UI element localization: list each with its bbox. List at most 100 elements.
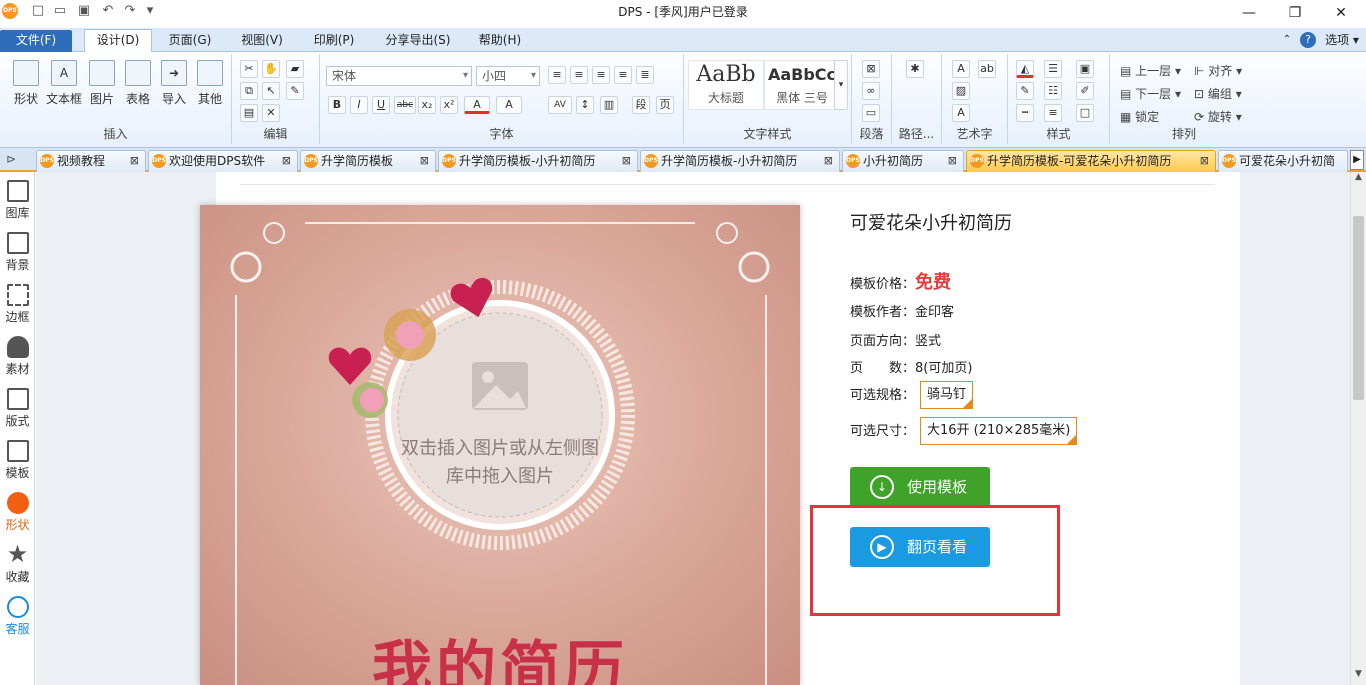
paragraph-settings-icon[interactable]: ▭ xyxy=(862,104,880,122)
flip-preview-button[interactable]: ▶ 翻页看看 xyxy=(850,527,990,567)
shadow-icon[interactable]: ▣ xyxy=(1076,60,1094,78)
dash-style-icon[interactable]: ☷ xyxy=(1044,82,1062,100)
rotate-button[interactable]: ⟳ 旋转 ▾ xyxy=(1194,108,1242,125)
lock-button[interactable]: ▦ 锁定 xyxy=(1120,108,1159,125)
size-option[interactable]: 大16开 (210×285毫米) xyxy=(920,417,1078,445)
sidebar-item-shape[interactable]: 形状 xyxy=(0,486,35,536)
art-text-icon[interactable]: A xyxy=(952,60,970,78)
arrow-style-icon[interactable]: ≡ xyxy=(1044,104,1062,122)
font-size-select[interactable]: 小四 xyxy=(476,66,540,86)
menu-page[interactable]: 页面(G) xyxy=(160,30,220,52)
line-color-icon[interactable]: ✎ xyxy=(1016,82,1034,100)
collapse-ribbon-icon[interactable]: ⌃ xyxy=(1280,30,1294,52)
align-center-icon[interactable]: ≡ xyxy=(570,66,588,84)
strikethrough-button[interactable]: abc xyxy=(394,96,416,114)
sidebar-item-background[interactable]: 背景 xyxy=(0,226,35,276)
tab-scroll-right-icon[interactable]: ▶ xyxy=(1350,150,1364,170)
scroll-down-icon[interactable]: ▼ xyxy=(1351,669,1366,683)
sidebar-item-gallery[interactable]: 图库 xyxy=(0,174,35,224)
align-right-icon[interactable]: ≡ xyxy=(592,66,610,84)
close-tab-icon[interactable]: ⊠ xyxy=(622,151,631,171)
style-more-arrow-icon[interactable]: ▾ xyxy=(834,60,848,110)
columns-icon[interactable]: ▥ xyxy=(600,96,618,114)
insert-image-button[interactable]: 图片 xyxy=(82,60,122,107)
bold-button[interactable]: B xyxy=(328,96,346,114)
font-size-change-button[interactable]: A xyxy=(496,96,522,114)
doc-tab[interactable]: DPS 小升初简历 ⊠ xyxy=(842,150,964,172)
align-left-icon[interactable]: ≡ xyxy=(548,66,566,84)
paragraph-format-icon[interactable]: ⊠ xyxy=(862,60,880,78)
sidebar-item-material[interactable]: 素材 xyxy=(0,330,35,380)
minimize-button[interactable]: — xyxy=(1236,2,1262,24)
other-button[interactable]: 其他 xyxy=(190,60,230,107)
help-icon[interactable]: ? xyxy=(1300,32,1316,48)
restore-button[interactable]: ❐ xyxy=(1282,2,1308,24)
close-tab-icon[interactable]: ⊠ xyxy=(130,151,139,171)
close-button[interactable]: ✕ xyxy=(1328,2,1354,24)
path-icon[interactable]: ✱ xyxy=(906,60,924,78)
brush-icon[interactable]: ✐ xyxy=(1076,82,1094,100)
distribute-icon[interactable]: ≣ xyxy=(636,66,654,84)
format-brush-icon[interactable]: ✎ xyxy=(286,82,304,100)
scroll-thumb[interactable] xyxy=(1353,216,1364,400)
spec-option[interactable]: 骑马钉 xyxy=(920,381,974,409)
doc-tab[interactable]: DPS 可爱花朵小升初简 xyxy=(1218,150,1348,172)
line-spacing-icon[interactable]: ↕ xyxy=(576,96,594,114)
close-tab-icon[interactable]: ⊠ xyxy=(1200,151,1209,171)
text-style-heiti[interactable]: AaBbCc 黑体 三号 xyxy=(764,60,840,110)
doc-tab[interactable]: DPS 升学简历模板 ⊠ xyxy=(300,150,436,172)
menu-design[interactable]: 设计(D) xyxy=(84,29,152,53)
paste-icon[interactable]: ▤ xyxy=(240,104,258,122)
italic-button[interactable]: I xyxy=(350,96,368,114)
hand-icon[interactable]: ✋ xyxy=(262,60,280,78)
doc-tab[interactable]: DPS 视频教程 ⊠ xyxy=(36,150,146,172)
group-button[interactable]: ⊡ 编组 ▾ xyxy=(1194,85,1242,102)
subscript-button[interactable]: x₂ xyxy=(418,96,436,114)
copy-icon[interactable]: ⧉ xyxy=(240,82,258,100)
menu-options[interactable]: 选项 ▾ xyxy=(1322,30,1362,52)
text-path-icon[interactable]: ab xyxy=(978,60,996,78)
line-style-icon[interactable]: ☰ xyxy=(1044,60,1062,78)
menu-share[interactable]: 分享导出(S) xyxy=(376,30,460,52)
close-tab-icon[interactable]: ⊠ xyxy=(948,151,957,171)
vertical-scrollbar[interactable]: ▲ ▼ xyxy=(1350,172,1366,685)
text-style-title[interactable]: AaBb 大标题 xyxy=(688,60,764,110)
sidebar-item-template[interactable]: 模板 xyxy=(0,434,35,484)
sidebar-item-favorites[interactable]: ★ 收藏 xyxy=(0,538,35,588)
font-name-select[interactable]: 宋体 xyxy=(326,66,472,86)
doc-tab[interactable]: DPS 欢迎使用DPS软件 ⊠ xyxy=(148,150,298,172)
underline-button[interactable]: U xyxy=(372,96,390,114)
close-tab-icon[interactable]: ⊠ xyxy=(282,151,291,171)
insert-textbox-button[interactable]: A 文本框 xyxy=(44,60,84,107)
scroll-up-icon[interactable]: ▲ xyxy=(1351,172,1366,186)
sidebar-item-service[interactable]: 客服 xyxy=(0,590,35,640)
sidebar-item-border[interactable]: 边框 xyxy=(0,278,35,328)
use-template-button[interactable]: ↓ 使用模板 xyxy=(850,467,990,507)
line-weight-icon[interactable]: ┅ xyxy=(1016,104,1034,122)
justify-icon[interactable]: ≡ xyxy=(614,66,632,84)
sidebar-item-layout[interactable]: 版式 xyxy=(0,382,35,432)
fill-icon[interactable]: ▰ xyxy=(286,60,304,78)
link-icon[interactable]: ∞ xyxy=(862,82,880,100)
superscript-button[interactable]: x² xyxy=(440,96,458,114)
bring-forward-button[interactable]: ▤ 上一层 ▾ xyxy=(1120,62,1181,79)
insert-shape-button[interactable]: 形状 xyxy=(6,60,46,107)
menu-file[interactable]: 文件(F) xyxy=(0,30,72,52)
doc-tab[interactable]: DPS 升学简历模板-小升初简历 ⊠ xyxy=(640,150,840,172)
art-shadow-icon[interactable]: A xyxy=(952,104,970,122)
insert-table-button[interactable]: 表格 xyxy=(118,60,158,107)
close-tab-icon[interactable]: ⊠ xyxy=(420,151,429,171)
transparency-icon[interactable]: □ xyxy=(1076,104,1094,122)
import-button[interactable]: ➜ 导入 xyxy=(154,60,194,107)
menu-print[interactable]: 印刷(P) xyxy=(304,30,364,52)
fill-color-icon[interactable]: ◭ xyxy=(1016,60,1034,78)
align-button[interactable]: ⊩ 对齐 ▾ xyxy=(1194,62,1242,79)
select-arrow-icon[interactable]: ↖ xyxy=(262,82,280,100)
sidebar-toggle-icon[interactable]: ⊳ xyxy=(6,152,16,166)
doc-tab-active[interactable]: DPS 升学简历模板-可爱花朵小升初简历 ⊠ xyxy=(966,150,1216,172)
font-color-button[interactable]: A xyxy=(464,96,490,114)
menu-view[interactable]: 视图(V) xyxy=(232,30,292,52)
art-image-icon[interactable]: ▨ xyxy=(952,82,970,100)
paragraph-icon[interactable]: 段 xyxy=(632,96,650,114)
delete-icon[interactable]: ✕ xyxy=(262,104,280,122)
